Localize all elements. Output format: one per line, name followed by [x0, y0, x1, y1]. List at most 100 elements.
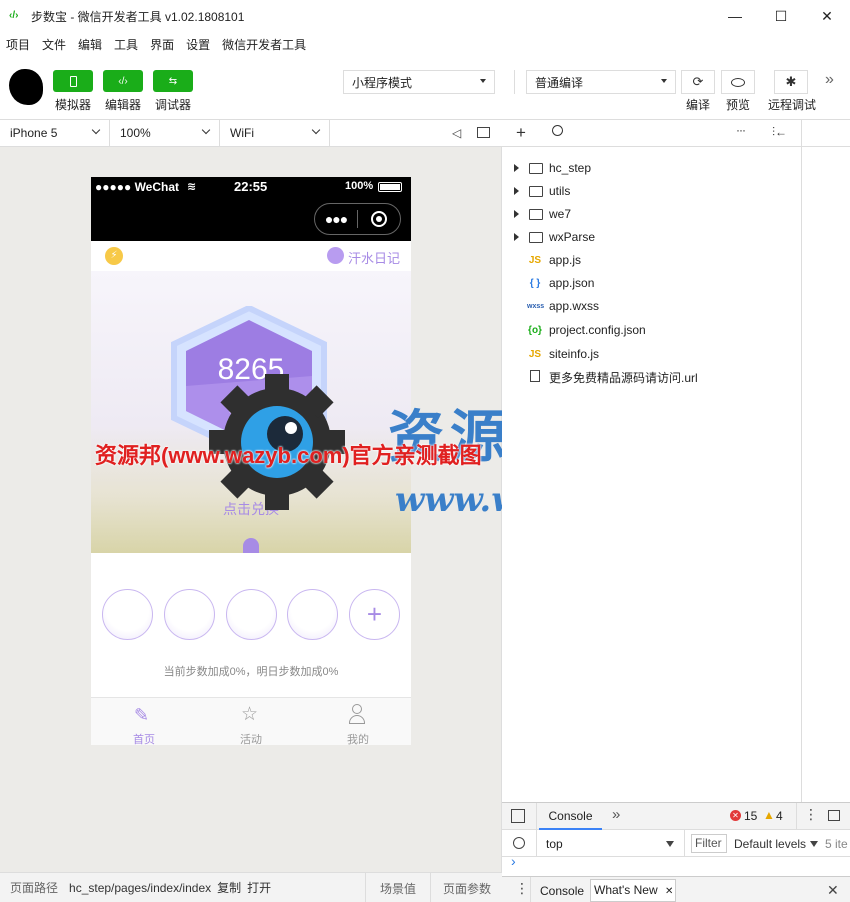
zoom-select-value: 100%: [120, 126, 151, 140]
divider: [514, 70, 515, 94]
compile-select[interactable]: 普通编译: [526, 70, 676, 94]
kebab-menu-icon[interactable]: ⋮: [804, 806, 818, 823]
collapse-panel-icon[interactable]: ⫶←: [772, 125, 787, 140]
volume-icon[interactable]: ◁: [452, 126, 461, 140]
levels-select[interactable]: Default levels: [734, 837, 806, 851]
network-select[interactable]: WiFi: [220, 120, 330, 146]
page-params-button[interactable]: 页面参数: [443, 880, 491, 897]
tree-item-label: utils: [549, 184, 571, 198]
energy-bubble[interactable]: [226, 589, 277, 640]
file-tree: hc_step utils we7 wxParse JS app.js { } …: [502, 147, 802, 802]
minimize-button[interactable]: —: [712, 0, 758, 32]
folder-icon: [529, 208, 543, 220]
scene-value-button[interactable]: 场景值: [380, 880, 416, 897]
caret-down-icon[interactable]: [810, 841, 818, 847]
folder-icon: [529, 231, 543, 243]
menu-edit[interactable]: 编辑: [78, 36, 102, 53]
console-tab-strip: Console » ✕ 15 ▲ 4 ⋮: [502, 803, 850, 830]
tree-item-label: we7: [549, 207, 572, 221]
user-avatar[interactable]: [9, 69, 43, 105]
more-dots-icon[interactable]: ●●●: [315, 211, 357, 227]
context-select-value[interactable]: top: [546, 837, 563, 851]
open-path-link[interactable]: 打开: [247, 879, 271, 896]
tree-file-project-config[interactable]: {o} project.config.json: [502, 319, 646, 341]
diary-link[interactable]: 汗水日记: [348, 248, 400, 267]
tab-mine[interactable]: 我的: [305, 698, 411, 745]
plus-icon: +: [366, 599, 383, 629]
search-icon[interactable]: [552, 125, 563, 136]
console-filter-input[interactable]: Filter: [691, 834, 727, 853]
console-tab[interactable]: Console: [539, 803, 602, 830]
tree-item-label: siteinfo.js: [549, 347, 600, 361]
menu-wechat-devtools[interactable]: 微信开发者工具: [222, 36, 306, 53]
add-bubble-button[interactable]: +: [349, 589, 400, 640]
zoom-select[interactable]: 100%: [110, 120, 220, 146]
chevron-down-icon: [311, 125, 321, 135]
capsule-menu: ●●●: [314, 203, 401, 235]
menu-project[interactable]: 项目: [6, 36, 30, 53]
tree-folder-we7[interactable]: we7: [502, 203, 571, 225]
device-select[interactable]: iPhone 5: [0, 120, 110, 146]
remote-debug-button[interactable]: ✱: [774, 70, 808, 94]
close-tab-icon[interactable]: ✕: [665, 886, 673, 897]
energy-bubble[interactable]: [287, 589, 338, 640]
close-button[interactable]: ✕: [804, 0, 850, 32]
drawer-menu-icon[interactable]: ⋮: [515, 880, 529, 897]
tree-folder-hc-step[interactable]: hc_step: [502, 157, 591, 179]
lightning-icon[interactable]: ⚡: [105, 247, 123, 265]
inspect-element-icon[interactable]: [511, 809, 525, 823]
menu-settings[interactable]: 设置: [186, 36, 210, 53]
more-tabs-icon[interactable]: »: [612, 806, 620, 823]
drawer-whats-new-tab[interactable]: What's New ✕: [590, 879, 676, 902]
more-options-icon[interactable]: ···: [736, 123, 746, 137]
maximize-button[interactable]: ☐: [758, 0, 804, 32]
mode-select-value: 小程序模式: [352, 75, 413, 90]
energy-bubble[interactable]: [164, 589, 215, 640]
page-path-value: hc_step/pages/index/index: [69, 880, 212, 895]
app-logo-icon: ‹/›: [9, 10, 19, 21]
close-miniprogram-icon[interactable]: [358, 211, 400, 227]
menu-tools[interactable]: 工具: [114, 36, 138, 53]
wxss-file-icon: wxss: [527, 302, 545, 310]
tree-item-label: 更多免费精品源码请访问.url: [549, 370, 698, 385]
menu-interface[interactable]: 界面: [150, 36, 174, 53]
tree-file-app-json[interactable]: { } app.json: [502, 272, 595, 294]
close-drawer-icon[interactable]: ✕: [827, 882, 839, 899]
tab-home[interactable]: ✎ 首页: [91, 698, 197, 745]
tree-file-app-wxss[interactable]: wxss app.wxss: [502, 295, 599, 317]
simulator-toggle-button[interactable]: [53, 70, 93, 92]
tree-file-url[interactable]: 更多免费精品源码请访问.url: [502, 366, 698, 388]
config-file-icon: {o}: [528, 324, 542, 336]
status-bar: ●●●●● WeChat ≋ 22:55 100%: [91, 177, 411, 197]
preview-button[interactable]: [721, 70, 755, 94]
page-path-label: 页面路径: [10, 881, 59, 895]
home-shoe-icon: ✎: [134, 705, 150, 725]
tree-file-siteinfo-js[interactable]: JS siteinfo.js: [502, 343, 599, 365]
mode-select[interactable]: 小程序模式: [343, 70, 495, 94]
tree-file-app-js[interactable]: JS app.js: [502, 249, 581, 271]
menu-file[interactable]: 文件: [42, 36, 66, 53]
toolbar-more-icon[interactable]: »: [825, 71, 834, 89]
drawer-console-tab[interactable]: Console: [540, 884, 584, 898]
warning-icon: ▲: [763, 808, 775, 822]
copy-path-link[interactable]: 复制: [217, 879, 241, 896]
compile-button[interactable]: ⟳: [681, 70, 715, 94]
tree-folder-utils[interactable]: utils: [502, 180, 570, 202]
editor-toggle-button[interactable]: ‹/›: [103, 70, 143, 92]
tree-folder-wxparse[interactable]: wxParse: [502, 226, 595, 248]
debugger-label: 调试器: [155, 98, 192, 112]
undock-icon[interactable]: [828, 810, 840, 821]
json-file-icon: { }: [529, 277, 541, 289]
energy-bubble[interactable]: [102, 589, 153, 640]
add-file-icon[interactable]: +: [516, 123, 526, 143]
console-prompt[interactable]: ›: [511, 853, 516, 869]
debugger-toggle-button[interactable]: ⇆: [153, 70, 193, 92]
scroll-pill: [243, 538, 259, 553]
clear-console-icon[interactable]: [513, 837, 525, 849]
warning-count[interactable]: 4: [776, 809, 783, 823]
editor-label: 编辑器: [105, 98, 142, 112]
error-count[interactable]: 15: [744, 809, 757, 823]
detach-window-icon[interactable]: [477, 127, 490, 138]
caret-down-icon[interactable]: [666, 841, 674, 847]
tab-activity[interactable]: ☆ 活动: [198, 698, 304, 745]
